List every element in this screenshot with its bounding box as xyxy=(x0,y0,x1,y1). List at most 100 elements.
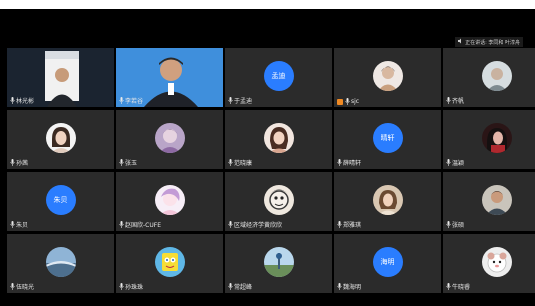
participant-name-row: 林光彬 xyxy=(10,96,34,105)
mic-icon xyxy=(228,97,233,104)
participant-tile[interactable]: 晴轩 薛晴轩 xyxy=(334,110,441,169)
meeting-window: 林光彬 李若谷 孟迪 于孟迪 sjc 齐帆 孙茜 张玉 范晓康 晴轩 薛晴轩 温… xyxy=(0,9,535,306)
participant-tile[interactable]: 孙茜 xyxy=(7,110,114,169)
avatar xyxy=(45,122,76,153)
participant-name-row: 伍晓光 xyxy=(10,282,34,291)
avatar xyxy=(154,184,185,215)
speaker-icon xyxy=(458,38,463,46)
mic-icon xyxy=(119,159,124,166)
avatar: 朱贝 xyxy=(45,184,76,215)
avatar xyxy=(263,122,294,153)
avatar xyxy=(481,122,512,153)
participant-tile[interactable]: 区域经济学黄欣欣 xyxy=(225,172,332,231)
participant-name-row: 牛晓睿 xyxy=(446,282,470,291)
participant-name: 孙茜 xyxy=(16,160,29,167)
participant-name: sjc xyxy=(351,98,360,105)
participant-name: 温颖 xyxy=(452,160,465,167)
participant-name-row: 区域经济学黄欣欣 xyxy=(228,220,282,229)
mic-icon xyxy=(446,283,451,290)
avatar xyxy=(154,122,185,153)
avatar xyxy=(372,184,403,215)
mic-icon xyxy=(10,221,15,228)
participant-tile[interactable]: 齐帆 xyxy=(443,48,535,107)
participant-tile[interactable]: 温颖 xyxy=(443,110,535,169)
mic-icon xyxy=(10,159,15,166)
avatar xyxy=(481,246,512,277)
participant-name-row: 孙茜 xyxy=(10,158,28,167)
participant-name-row: sjc xyxy=(337,98,359,105)
participant-tile[interactable]: 林光彬 xyxy=(7,48,114,107)
mic-icon xyxy=(446,97,451,104)
participant-name-row: 李若谷 xyxy=(119,96,143,105)
participant-name: 朱贝 xyxy=(16,222,29,229)
avatar xyxy=(372,60,403,91)
participant-tile[interactable]: sjc xyxy=(334,48,441,107)
participant-name-row: 于孟迪 xyxy=(228,96,252,105)
participant-name: 李若谷 xyxy=(125,98,144,105)
speaking-tooltip-text: 正在讲话: 李同和 叶淳舟 xyxy=(465,39,520,46)
participant-name: 林光彬 xyxy=(16,98,35,105)
mic-icon xyxy=(119,97,124,104)
avatar: 孟迪 xyxy=(263,60,294,91)
participant-name: 郑雅琪 xyxy=(343,222,362,229)
participant-name: 薛晴轩 xyxy=(343,160,362,167)
speaking-tooltip: 正在讲话: 李同和 叶淳舟 xyxy=(455,37,523,47)
participant-name-row: 齐帆 xyxy=(446,96,464,105)
participant-name-row: 朱贝 xyxy=(10,220,28,229)
participant-tile[interactable]: 朱贝 朱贝 xyxy=(7,172,114,231)
participant-name-row: 孙珠珠 xyxy=(119,282,143,291)
participant-name: 张硕 xyxy=(452,222,465,229)
mic-icon xyxy=(228,221,233,228)
mic-icon xyxy=(228,159,233,166)
participant-name: 伍晓光 xyxy=(16,284,35,291)
host-badge-icon xyxy=(337,98,343,105)
participant-tile[interactable]: 孟迪 于孟迪 xyxy=(225,48,332,107)
mic-icon xyxy=(345,98,350,105)
avatar xyxy=(263,246,294,277)
participant-name-row: 张玉 xyxy=(119,158,137,167)
mic-icon xyxy=(10,97,15,104)
participant-tile[interactable]: 李若谷 xyxy=(116,48,223,107)
participant-tile[interactable]: 赵国欣-CUFE xyxy=(116,172,223,231)
mic-icon xyxy=(337,221,342,228)
participant-tile[interactable]: 孙珠珠 xyxy=(116,234,223,293)
avatar xyxy=(481,184,512,215)
participant-name: 区域经济学黄欣欣 xyxy=(234,222,283,229)
participant-name-row: 温颖 xyxy=(446,158,464,167)
participant-tile[interactable]: 郑雅琪 xyxy=(334,172,441,231)
avatar xyxy=(481,60,512,91)
participant-name: 牛晓睿 xyxy=(452,284,471,291)
participant-tile[interactable]: 张玉 xyxy=(116,110,223,169)
participant-tile[interactable]: 范晓康 xyxy=(225,110,332,169)
mic-icon xyxy=(119,283,124,290)
mic-icon xyxy=(446,221,451,228)
mic-icon xyxy=(337,283,342,290)
participant-name: 赵国欣-CUFE xyxy=(125,222,161,229)
participant-tile[interactable]: 常超峰 xyxy=(225,234,332,293)
participant-name: 孙珠珠 xyxy=(125,284,144,291)
participant-name-row: 魏海明 xyxy=(337,282,361,291)
participant-name: 范晓康 xyxy=(234,160,253,167)
participant-name-row: 张硕 xyxy=(446,220,464,229)
avatar: 海明 xyxy=(372,246,403,277)
participant-name-row: 郑雅琪 xyxy=(337,220,361,229)
participant-name: 张玉 xyxy=(125,160,138,167)
participant-name: 常超峰 xyxy=(234,284,253,291)
participant-name-row: 常超峰 xyxy=(228,282,252,291)
mic-icon xyxy=(119,221,124,228)
participant-tile[interactable]: 伍晓光 xyxy=(7,234,114,293)
avatar xyxy=(45,246,76,277)
participant-tile[interactable]: 牛晓睿 xyxy=(443,234,535,293)
avatar xyxy=(263,184,294,215)
avatar: 晴轩 xyxy=(372,122,403,153)
mic-icon xyxy=(337,159,342,166)
participant-name: 于孟迪 xyxy=(234,98,253,105)
participant-name-row: 薛晴轩 xyxy=(337,158,361,167)
participant-name: 齐帆 xyxy=(452,98,465,105)
mic-icon xyxy=(10,283,15,290)
participant-tile[interactable]: 海明 魏海明 xyxy=(334,234,441,293)
participant-name: 魏海明 xyxy=(343,284,362,291)
participant-tile[interactable]: 张硕 xyxy=(443,172,535,231)
participant-grid: 林光彬 李若谷 孟迪 于孟迪 sjc 齐帆 孙茜 张玉 范晓康 晴轩 薛晴轩 温… xyxy=(7,48,535,293)
participant-name-row: 赵国欣-CUFE xyxy=(119,220,161,229)
